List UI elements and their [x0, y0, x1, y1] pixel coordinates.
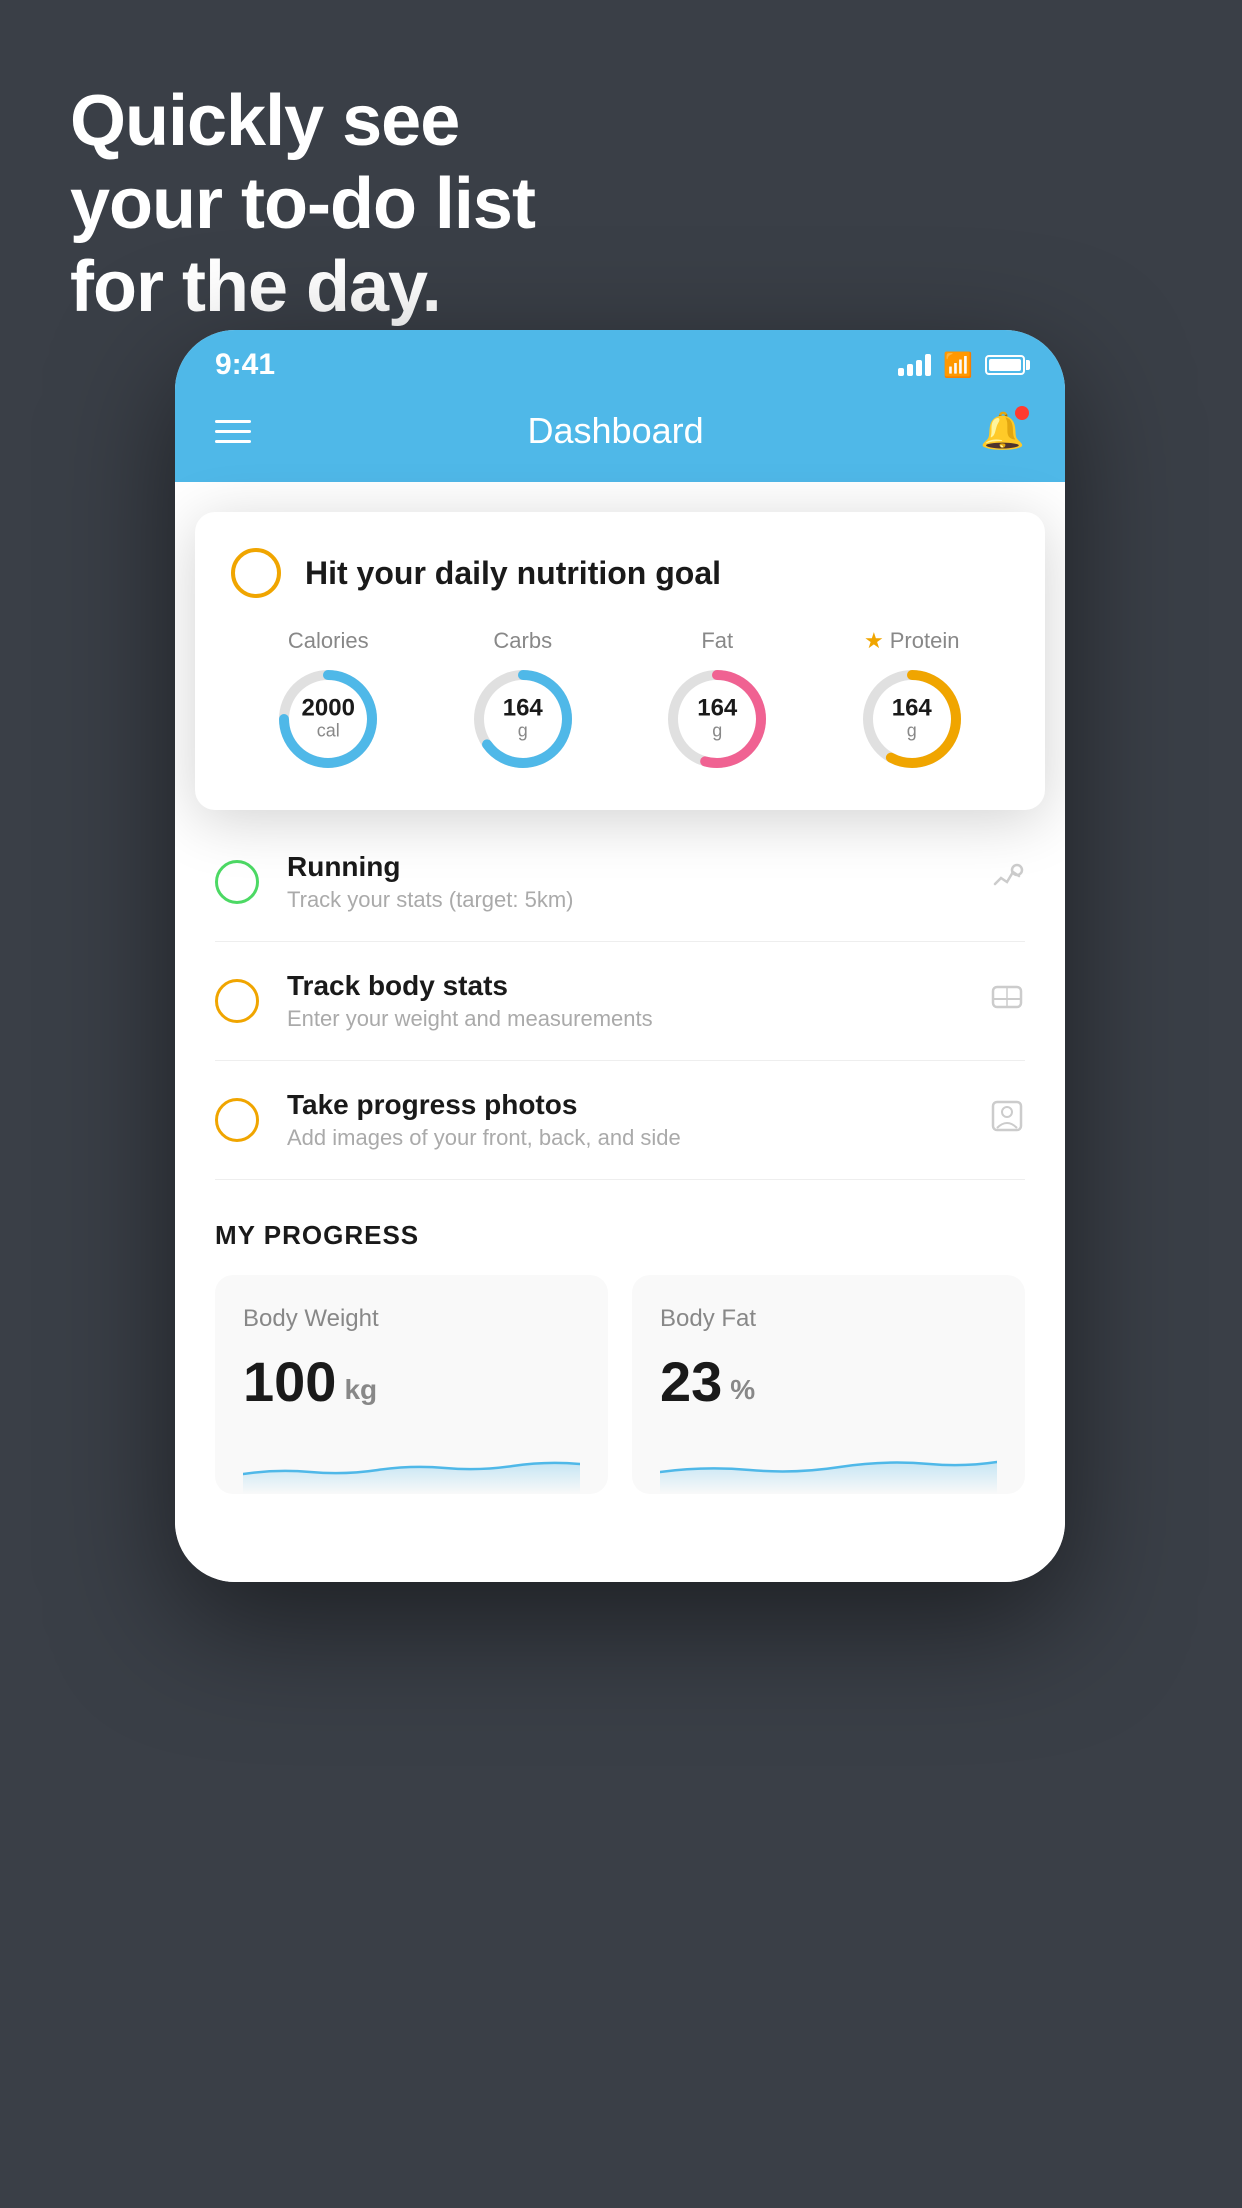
todo-item-bodystats[interactable]: Track body stats Enter your weight and m… — [215, 942, 1025, 1061]
body-weight-unit: kg — [344, 1374, 377, 1406]
nutrition-card-header: Hit your daily nutrition goal — [231, 548, 1009, 598]
progress-section-title: MY PROGRESS — [215, 1220, 1025, 1251]
body-fat-value: 23 % — [660, 1349, 997, 1414]
progress-cards: Body Weight 100 kg — [215, 1275, 1025, 1494]
calories-donut: 2000 cal — [273, 664, 383, 774]
nutrition-row: Calories 2000 cal Carbs — [231, 628, 1009, 774]
todo-subtitle-running: Track your stats (target: 5km) — [287, 887, 973, 913]
header-title: Dashboard — [528, 410, 704, 452]
todo-circle-running — [215, 860, 259, 904]
body-weight-value: 100 kg — [243, 1349, 580, 1414]
status-icons: 📶 — [898, 351, 1025, 380]
protein-donut: 164 g — [857, 664, 967, 774]
notification-dot — [1015, 406, 1029, 420]
carbs-label: Carbs — [493, 628, 552, 654]
progress-section: MY PROGRESS Body Weight 100 kg — [175, 1180, 1065, 1494]
calories-label: Calories — [288, 628, 369, 654]
menu-button[interactable] — [215, 420, 251, 443]
nutrition-card-title: Hit your daily nutrition goal — [305, 555, 721, 592]
nutrition-check-circle — [231, 548, 281, 598]
person-icon — [989, 1098, 1025, 1143]
todo-text-photos: Take progress photos Add images of your … — [287, 1089, 973, 1151]
fat-label: Fat — [701, 628, 733, 654]
body-weight-label: Body Weight — [243, 1305, 580, 1333]
signal-icon — [898, 354, 931, 376]
todo-title-bodystats: Track body stats — [287, 970, 973, 1002]
body-fat-label: Body Fat — [660, 1305, 997, 1333]
todo-circle-bodystats — [215, 979, 259, 1023]
todo-list: Running Track your stats (target: 5km) T… — [175, 823, 1065, 1180]
body-fat-number: 23 — [660, 1349, 722, 1414]
todo-title-running: Running — [287, 851, 973, 883]
carbs-item: Carbs 164 g — [468, 628, 578, 774]
body-weight-card[interactable]: Body Weight 100 kg — [215, 1275, 608, 1494]
protein-item: ★ Protein 164 g — [857, 628, 967, 774]
todo-title-photos: Take progress photos — [287, 1089, 973, 1121]
todo-circle-photos — [215, 1098, 259, 1142]
fat-value: 164 g — [697, 697, 737, 742]
main-content: THINGS TO DO TODAY Hit your daily nutrit… — [175, 482, 1065, 1582]
carbs-value: 164 g — [503, 697, 543, 742]
body-weight-number: 100 — [243, 1349, 336, 1414]
body-fat-chart — [660, 1434, 997, 1494]
todo-subtitle-photos: Add images of your front, back, and side — [287, 1125, 973, 1151]
status-time: 9:41 — [215, 348, 275, 382]
app-header: Dashboard 🔔 — [175, 390, 1065, 482]
phone-mockup: 9:41 📶 Dashboard 🔔 THINGS TO DO TODAY — [175, 330, 1065, 1582]
body-fat-unit: % — [730, 1374, 755, 1406]
todo-item-running[interactable]: Running Track your stats (target: 5km) — [215, 823, 1025, 942]
fat-donut: 164 g — [662, 664, 772, 774]
calories-value: 2000 cal — [302, 697, 355, 742]
calories-item: Calories 2000 cal — [273, 628, 383, 774]
nutrition-card[interactable]: Hit your daily nutrition goal Calories 2… — [195, 512, 1045, 810]
star-icon: ★ — [864, 628, 884, 654]
body-fat-card[interactable]: Body Fat 23 % — [632, 1275, 1025, 1494]
scale-icon — [989, 979, 1025, 1024]
protein-label: ★ Protein — [864, 628, 959, 654]
body-weight-chart — [243, 1434, 580, 1494]
background-headline: Quickly see your to-do list for the day. — [70, 80, 535, 328]
wifi-icon: 📶 — [943, 351, 973, 380]
todo-text-running: Running Track your stats (target: 5km) — [287, 851, 973, 913]
notification-bell-button[interactable]: 🔔 — [980, 410, 1025, 452]
status-bar: 9:41 📶 — [175, 330, 1065, 390]
battery-icon — [985, 355, 1025, 375]
todo-text-bodystats: Track body stats Enter your weight and m… — [287, 970, 973, 1032]
protein-value: 164 g — [892, 697, 932, 742]
fat-item: Fat 164 g — [662, 628, 772, 774]
carbs-donut: 164 g — [468, 664, 578, 774]
todo-item-photos[interactable]: Take progress photos Add images of your … — [215, 1061, 1025, 1180]
running-icon — [989, 860, 1025, 905]
todo-subtitle-bodystats: Enter your weight and measurements — [287, 1006, 973, 1032]
